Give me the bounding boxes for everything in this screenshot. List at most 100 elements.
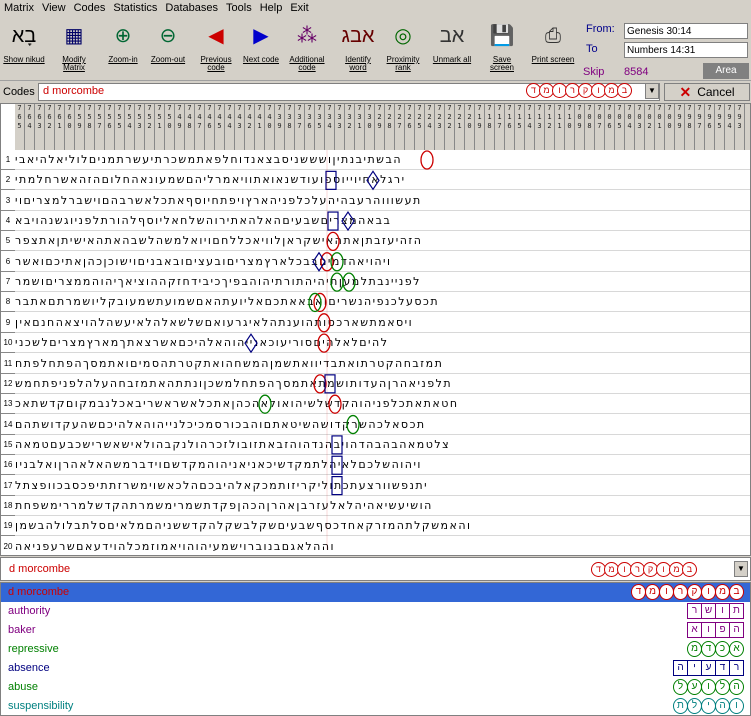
hebrew-letter: כ [715, 641, 730, 657]
menu-statistics[interactable]: Statistics [109, 2, 161, 14]
hebrew-letter: ו [701, 584, 716, 600]
modify-matrix-button[interactable]: ▦ Modify Matrix [52, 19, 96, 81]
next-code-button[interactable]: ▶ Next code [239, 19, 283, 81]
code-hebrew-letters: דמורקומב [526, 83, 632, 98]
menu-matrix[interactable]: Matrix [0, 2, 38, 14]
selected-code-bar[interactable]: d morcombe דמורקומב ▼ [0, 557, 751, 581]
row-number: 15 [1, 435, 15, 455]
word-list-item[interactable]: authority ר ש ו ת [1, 602, 750, 621]
codes-label: Codes : [3, 86, 41, 98]
column-number: 7 1 4 [525, 104, 535, 150]
column-number: 7 6 1 [55, 104, 65, 150]
word-list-item[interactable]: repressive מ ד כ א [1, 640, 750, 659]
row-number: 8 [1, 292, 15, 313]
column-number: 7 3 2 [345, 104, 355, 150]
unmark-all-icon: אב [439, 25, 465, 47]
codes-bar: Codes : d morcombe דמורקומב ▼ ✕ Cancel [0, 82, 751, 102]
matrix-row: להיםלאלהיםסוריעוכאנייהוהאלהיכםאשרצאתךמאר… [15, 333, 750, 354]
save-screen-button[interactable]: 💾 Save screen [480, 19, 524, 81]
word-hebrew: תליהו [673, 698, 744, 714]
to-input[interactable] [624, 42, 748, 58]
column-number: 7 3 7 [295, 104, 305, 150]
menu-exit[interactable]: Exit [286, 2, 312, 14]
previous-code-icon: ◀ [208, 25, 224, 47]
matrix-grid[interactable]: 7 6 57 6 47 6 37 6 27 6 17 6 07 5 97 5 8… [0, 103, 751, 556]
matrix-row: תכסעלכנפיהנשריםואבאאתכםאליועתהאםשמועתשמע… [15, 292, 750, 313]
menu-tools[interactable]: Tools [222, 2, 256, 14]
unmark-all-button[interactable]: אב Unmark all [430, 19, 474, 81]
hebrew-letter: א [687, 622, 702, 638]
selected-dropdown-arrow-icon[interactable]: ▼ [734, 561, 748, 577]
hebrew-letter: ה [715, 698, 730, 714]
column-number: 7 4 4 [225, 104, 235, 150]
column-number: 7 1 9 [475, 104, 485, 150]
matrix-row: יתנפשוורצעתכתוליקריזותמכקאלהיבכםהלכאשוימ… [15, 476, 750, 496]
column-number: 7 1 8 [485, 104, 495, 150]
column-number: 7 2 7 [395, 104, 405, 150]
word-label: authority [8, 605, 51, 617]
additional-code-icon: ⁂ [297, 25, 317, 47]
zoom-in-button[interactable]: ⊕ Zoom-in [101, 19, 145, 81]
column-number: 7 1 1 [555, 104, 565, 150]
cancel-button[interactable]: ✕ Cancel [664, 83, 750, 101]
column-number: 7 4 0 [265, 104, 275, 150]
column-number: 7 0 7 [595, 104, 605, 150]
row-number: 5 [1, 231, 15, 252]
menu-help[interactable]: Help [256, 2, 287, 14]
row-number: 9 [1, 313, 15, 333]
area-button[interactable]: Area [703, 63, 749, 79]
toolbar-label: Modify Matrix [62, 55, 86, 72]
column-number: 7 4 2 [245, 104, 255, 150]
word-list-item[interactable]: d morcombe ד מ ו ר ק ו מ ב [1, 583, 750, 602]
previous-code-button[interactable]: ◀ Previous code [194, 19, 238, 81]
menu-databases[interactable]: Databases [161, 2, 222, 14]
column-number: 7 5 0 [165, 104, 175, 150]
column-number: 7 0 0 [665, 104, 675, 150]
matrix-row: ויהויאהדמיםבבכלארץמצריםובעציםובאבניםוישו… [15, 252, 750, 272]
column-number: 7 2 9 [375, 104, 385, 150]
additional-code-button[interactable]: ⁂ Additional code [285, 19, 329, 81]
matrix-row: והאמשקלתהמזרקאחדכסףשבעיםשקלבשקלהקדששניהם… [15, 516, 750, 537]
hebrew-letter: י [701, 698, 716, 714]
identify-word-icon: אבג [341, 25, 375, 47]
next-code-icon: ▶ [253, 25, 269, 47]
word-label: baker [8, 624, 36, 636]
matrix-row: ירגלאחיוייוספועודשנאואתוויאמרליהםשמעונאה… [15, 170, 750, 191]
word-list: d morcombe ד מ ו ר ק ו מ ב authority ר ש ו ת baker א ו פ ה… [0, 582, 751, 716]
column-number: 7 0 4 [625, 104, 635, 150]
from-input[interactable] [624, 23, 748, 39]
column-number: 7 3 8 [285, 104, 295, 150]
word-list-item[interactable]: absence ה י ע ד ר [1, 659, 750, 678]
word-list-item[interactable]: suspensibility ת ל י ה ו [1, 697, 750, 715]
show-nikud-button[interactable]: בָא Show nikud [2, 19, 46, 81]
column-number: 7 3 5 [315, 104, 325, 150]
zoom-out-button[interactable]: ⊖ Zoom-out [146, 19, 190, 81]
print-screen-button[interactable]: ⎙ Print screen [531, 19, 575, 81]
menu-view[interactable]: View [38, 2, 70, 14]
modify-matrix-icon: ▦ [64, 25, 84, 47]
column-number: 7 6 4 [25, 104, 35, 150]
hebrew-letter: ע [701, 660, 716, 676]
column-number: 7 5 1 [155, 104, 165, 150]
hebrew-letter: ו [715, 603, 730, 619]
matrix-row: בבאהמצריםשבעיםהאלהאתירוהשלחאליוסףלהורתלפ… [15, 211, 750, 232]
column-number: 7 5 2 [145, 104, 155, 150]
hebrew-letter-circle: ב [617, 83, 632, 98]
column-number: 7 5 9 [75, 104, 85, 150]
matrix-row: הזהיעזבתןאתהאישקראןלוויאכללחםויואלמשהלשב… [15, 231, 750, 252]
matrix-row: הבשתיבנתיןושששניסבצאנדוחלפאתמשכרתיעשרתמנ… [15, 150, 750, 170]
save-screen-icon: 💾 [489, 25, 515, 47]
menu-codes[interactable]: Codes [70, 2, 110, 14]
identify-word-button[interactable]: אבג Identify word [336, 19, 380, 81]
zoom-in-icon: ⊕ [114, 25, 132, 47]
row-number: 20 [1, 537, 15, 555]
toolbar-label: Previous code [200, 55, 232, 72]
word-label: d morcombe [8, 586, 70, 598]
column-number: 7 1 7 [495, 104, 505, 150]
word-list-item[interactable]: abuse ל ע ו ל ה [1, 678, 750, 697]
row-number: 12 [1, 374, 15, 394]
proximity-rank-button[interactable]: ◎ Proximity rank [381, 19, 425, 81]
row-number: 3 [1, 191, 15, 211]
word-list-item[interactable]: baker א ו פ ה [1, 621, 750, 640]
codes-dropdown-arrow-icon[interactable]: ▼ [645, 83, 659, 99]
